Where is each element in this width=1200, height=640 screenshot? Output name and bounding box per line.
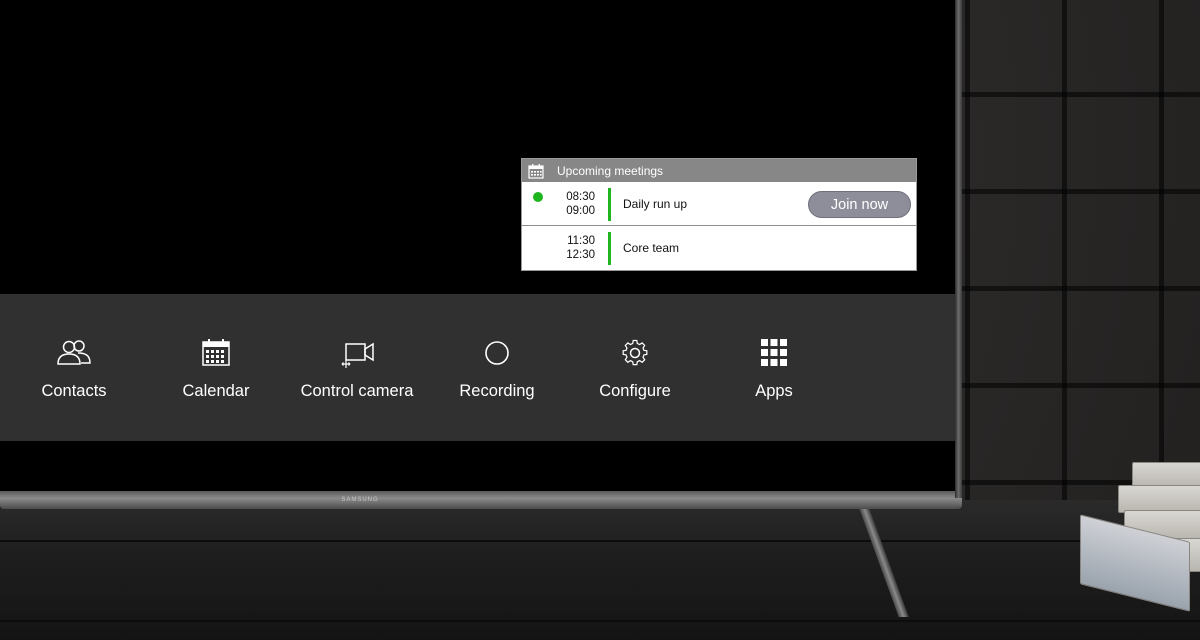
meeting-name: Core team	[623, 241, 680, 255]
calendar-icon	[202, 339, 230, 366]
toolbar-item-contacts[interactable]: Contacts	[9, 294, 139, 441]
meetings-title: Upcoming meetings	[557, 163, 664, 178]
upcoming-meetings-panel: Upcoming meetings 08:30 09:00 Daily run …	[521, 158, 917, 271]
toolbar-item-control-camera[interactable]: Control camera	[292, 294, 422, 441]
tv-screen: Upcoming meetings 08:30 09:00 Daily run …	[0, 0, 955, 491]
shelf-edge	[0, 620, 1200, 622]
toolbar-item-label: Configure	[599, 382, 671, 400]
toolbar-item-label: Recording	[459, 382, 535, 400]
book-stack	[1078, 460, 1200, 612]
contacts-icon	[57, 340, 91, 365]
meeting-name: Daily run up	[623, 196, 688, 211]
toolbar-item-recording[interactable]: Recording	[432, 294, 562, 441]
meeting-row[interactable]: 11:30 12:30 Core team	[522, 226, 916, 270]
meeting-row[interactable]: 08:30 09:00 Daily run up Join now	[522, 182, 916, 226]
toolbar-item-configure[interactable]: Configure	[570, 294, 700, 441]
shelf-edge	[0, 540, 1200, 542]
meeting-end-time: 12:30	[566, 249, 595, 261]
meeting-start-time: 08:30	[566, 190, 595, 203]
calendar-icon	[528, 163, 544, 179]
camera-icon	[341, 342, 374, 368]
join-now-button[interactable]: Join now	[808, 191, 911, 218]
tv-frame-right	[955, 0, 962, 498]
apps-grid-icon	[761, 339, 787, 366]
meeting-start-time: 11:30	[567, 235, 595, 247]
meetings-header: Upcoming meetings	[522, 159, 916, 182]
meeting-indicator-bar	[608, 188, 611, 221]
tv-shelf	[0, 500, 1200, 640]
tv-brand-label: SAMSUNG	[341, 497, 379, 503]
toolbar-item-label: Contacts	[41, 382, 107, 400]
meeting-indicator-bar	[608, 232, 611, 265]
meeting-times: 08:30 09:00	[562, 190, 595, 218]
book	[1118, 485, 1200, 513]
live-status-dot	[533, 192, 543, 202]
toolbar-item-label: Apps	[755, 382, 793, 400]
toolbar-item-label: Control camera	[300, 382, 414, 400]
main-toolbar: Contacts Calendar Control camera Recordi…	[0, 294, 955, 441]
tv-bezel	[0, 491, 962, 509]
toolbar-item-calendar[interactable]: Calendar	[151, 294, 281, 441]
gear-icon	[622, 339, 648, 366]
record-icon	[485, 341, 509, 365]
meeting-times: 11:30 12:30	[562, 234, 595, 262]
toolbar-item-apps[interactable]: Apps	[709, 294, 839, 441]
toolbar-item-label: Calendar	[182, 382, 250, 400]
meeting-end-time: 09:00	[566, 204, 595, 217]
